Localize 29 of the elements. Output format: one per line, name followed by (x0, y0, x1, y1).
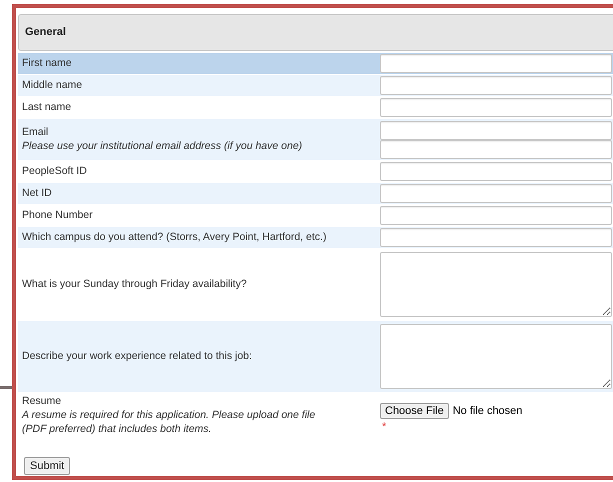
field-label: What is your Sunday through Friday availability? (22, 278, 248, 291)
text-field[interactable] (380, 54, 612, 73)
field-label: Resume (22, 395, 62, 408)
required-mark: * (382, 422, 388, 432)
text-field[interactable] (380, 98, 612, 117)
field-label: Phone Number (22, 209, 94, 222)
submit-button[interactable]: Submit (24, 457, 70, 475)
field-label: Which campus do you attend? (Storrs, Avery Point, Hartford, etc.) (22, 231, 328, 244)
field-label: Last name (22, 101, 72, 114)
section-title: General (25, 25, 66, 40)
field-label: First name (22, 57, 73, 70)
field-label: Email (22, 126, 50, 139)
file-status: No file chosen (452, 404, 522, 419)
choose-file-button[interactable]: Choose File (380, 403, 449, 420)
text-area[interactable] (380, 324, 612, 389)
field-label: Middle name (22, 79, 84, 92)
field-hint: Please use your institutional email address (if you have one) (22, 139, 304, 153)
field-label: Net ID (22, 187, 53, 200)
text-field[interactable] (380, 76, 612, 95)
text-field[interactable] (380, 120, 612, 140)
field-hint: A resume is required for this application. Please upload one file (PDF preferred) that includes both items. (22, 408, 316, 436)
field-label: PeopleSoft ID (22, 165, 88, 178)
text-field[interactable] (380, 206, 612, 225)
text-field[interactable] (380, 228, 612, 247)
text-field[interactable] (380, 140, 612, 158)
text-field[interactable] (380, 184, 612, 203)
field-label: Describe your work experience related to this job: (22, 350, 253, 363)
text-area[interactable] (380, 252, 612, 317)
text-field[interactable] (380, 162, 612, 181)
